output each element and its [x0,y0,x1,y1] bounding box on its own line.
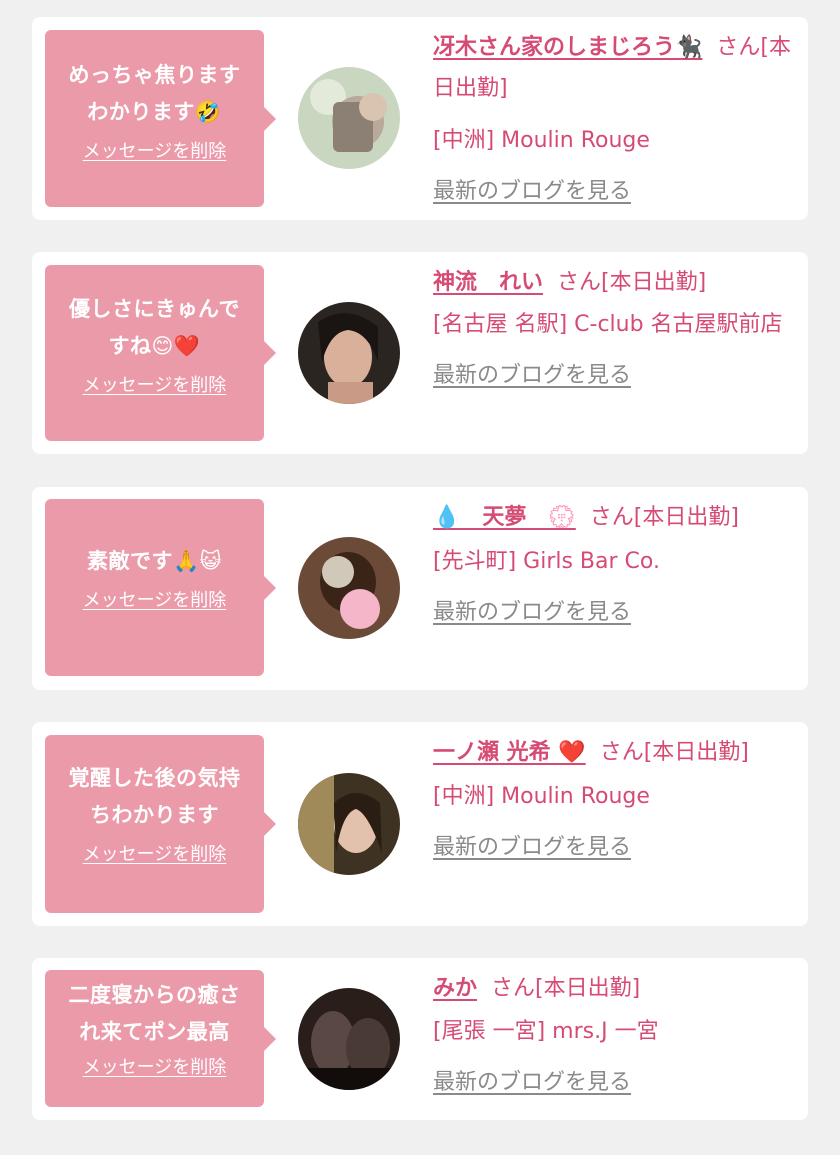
delete-message-link[interactable]: メッセージを削除 [83,371,227,397]
message-list: めっちゃ焦ります わかります🤣 メッセージを削除 冴木さん家のしまじろう🐈‍⬛ さ… [0,0,840,1155]
attendance-status: さん[本日出勤] [557,270,707,295]
message-card: 覚醒した後の気持 ちわかります メッセージを削除 一ノ瀬 光希 ❤️ さん[本日出… [32,722,808,926]
latest-blog-link[interactable]: 最新のブログを見る [433,1062,631,1103]
delete-message-link[interactable]: メッセージを削除 [83,137,227,163]
cast-name-link[interactable]: 神流 れい [433,270,543,295]
latest-blog-link[interactable]: 最新のブログを見る [433,827,631,868]
shop-name: [中洲] Moulin Rouge [433,784,650,809]
message-text: 素敵です🙏😺 [86,549,223,573]
message-bubble: 二度寝からの癒さ れ来てポン最高 メッセージを削除 [45,970,276,1107]
message-text: 覚醒した後の気持 ちわかります [68,766,241,827]
cast-info: 冴木さん家のしまじろう🐈‍⬛ さん[本日出勤] [中洲] Moulin Rouge… [433,27,793,212]
message-card: めっちゃ焦ります わかります🤣 メッセージを削除 冴木さん家のしまじろう🐈‍⬛ さ… [32,17,808,220]
message-text: 二度寝からの癒さ れ来てポン最高 [68,983,241,1044]
latest-blog-link[interactable]: 最新のブログを見る [433,171,631,212]
message-bubble: 素敵です🙏😺 メッセージを削除 [45,499,276,676]
latest-blog-link[interactable]: 最新のブログを見る [433,355,631,396]
avatar[interactable] [298,988,400,1090]
message-text: 優しさにきゅんで すね😊❤️ [69,297,240,358]
message-card: 素敵です🙏😺 メッセージを削除 💧 天夢 💮 さん[本日出勤] [先斗町] Gir… [32,487,808,690]
message-bubble: 覚醒した後の気持 ちわかります メッセージを削除 [45,735,276,913]
attendance-status: さん[本日出勤] [589,505,739,530]
attendance-status: さん[本日出勤] [599,740,749,765]
message-bubble: めっちゃ焦ります わかります🤣 メッセージを削除 [45,30,276,207]
delete-message-link[interactable]: メッセージを削除 [83,1053,227,1079]
cast-name-link[interactable]: 一ノ瀬 光希 ❤️ [433,740,586,765]
name-line: みか さん[本日出勤] [433,968,793,1009]
avatar[interactable] [298,773,400,875]
name-line: 神流 れい さん[本日出勤] [433,262,793,303]
avatar[interactable] [298,302,400,404]
shop-name: [名古屋 名駅] C-club 名古屋駅前店 [433,312,783,337]
cast-name-link[interactable]: 冴木さん家のしまじろう🐈‍⬛ [433,35,702,60]
avatar[interactable] [298,537,400,639]
message-card: 優しさにきゅんで すね😊❤️ メッセージを削除 神流 れい さん[本日出勤] [名… [32,252,808,454]
avatar[interactable] [298,67,400,169]
cast-info: 神流 れい さん[本日出勤] [名古屋 名駅] C-club 名古屋駅前店 最新の… [433,262,793,396]
name-line: 冴木さん家のしまじろう🐈‍⬛ さん[本日出勤] [433,27,793,109]
latest-blog-link[interactable]: 最新のブログを見る [433,592,631,633]
shop-name: [尾張 一宮] mrs.J 一宮 [433,1019,659,1044]
attendance-status: さん[本日出勤] [491,976,641,1001]
message-text: めっちゃ焦ります わかります🤣 [68,63,241,124]
delete-message-link[interactable]: メッセージを削除 [83,840,227,866]
cast-name-link[interactable]: みか [433,976,477,1001]
message-bubble: 優しさにきゅんで すね😊❤️ メッセージを削除 [45,265,276,441]
message-card: 二度寝からの癒さ れ来てポン最高 メッセージを削除 みか さん[本日出勤] [尾張… [32,958,808,1120]
name-line: 一ノ瀬 光希 ❤️ さん[本日出勤] [433,732,793,773]
name-line: 💧 天夢 💮 さん[本日出勤] [433,497,793,538]
cast-info: みか さん[本日出勤] [尾張 一宮] mrs.J 一宮 最新のブログを見る [433,968,793,1103]
cast-name-link[interactable]: 💧 天夢 💮 [433,505,576,530]
cast-info: 一ノ瀬 光希 ❤️ さん[本日出勤] [中洲] Moulin Rouge 最新のブ… [433,732,793,868]
cast-info: 💧 天夢 💮 さん[本日出勤] [先斗町] Girls Bar Co. 最新のブロ… [433,497,793,633]
shop-name: [先斗町] Girls Bar Co. [433,549,660,574]
shop-name: [中洲] Moulin Rouge [433,128,650,153]
delete-message-link[interactable]: メッセージを削除 [83,586,227,612]
